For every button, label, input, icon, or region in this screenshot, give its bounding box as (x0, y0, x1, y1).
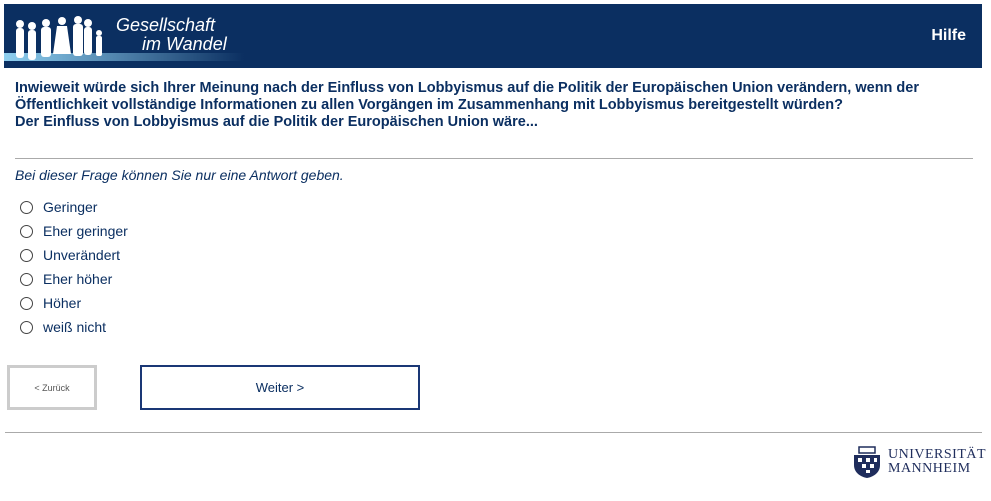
university-crest-icon (854, 446, 880, 478)
option-hoeher[interactable]: Höher (20, 291, 128, 315)
answer-options: Geringer Eher geringer Unverändert Eher … (20, 195, 128, 339)
uni-line-2: MANNHEIM (888, 461, 971, 476)
question-line-1: Inwieweit würde sich Ihrer Meinung nach … (15, 80, 919, 113)
universitaet-mannheim-logo: UNIVERSITÄT MANNHEIM (850, 445, 986, 479)
question-line-2: Der Einfluss von Lobbyismus auf die Poli… (15, 114, 538, 130)
option-label: Eher geringer (43, 223, 128, 239)
radio-button[interactable] (20, 272, 33, 286)
radio-button[interactable] (20, 200, 33, 214)
logo-line-2: im Wandel (142, 34, 227, 54)
divider (15, 158, 973, 159)
radio-button[interactable] (20, 296, 33, 310)
uni-line-1: UNIVERSITÄT (888, 447, 987, 462)
option-label: Unverändert (43, 247, 121, 263)
option-eher-hoeher[interactable]: Eher höher (20, 267, 128, 291)
header-bar: Gesellschaft im Wandel Hilfe (4, 4, 982, 68)
gesellschaft-im-wandel-logo: Gesellschaft im Wandel (4, 4, 244, 68)
option-geringer[interactable]: Geringer (20, 195, 128, 219)
back-button[interactable]: < Zurück (7, 365, 97, 410)
help-link[interactable]: Hilfe (931, 27, 966, 45)
option-label: Höher (43, 295, 82, 311)
radio-button[interactable] (20, 248, 33, 262)
instruction-hint: Bei dieser Frage können Sie nur eine Ant… (15, 167, 344, 183)
radio-button[interactable] (20, 224, 33, 238)
option-unveraendert[interactable]: Unverändert (20, 243, 128, 267)
option-label: Eher höher (43, 271, 113, 287)
footer-divider (5, 432, 982, 433)
question-text: Inwieweit würde sich Ihrer Meinung nach … (15, 80, 975, 131)
option-label: Geringer (43, 199, 98, 215)
option-label: weiß nicht (43, 319, 107, 335)
option-eher-geringer[interactable]: Eher geringer (20, 219, 128, 243)
radio-button[interactable] (20, 320, 33, 334)
logo-line-1: Gesellschaft (116, 15, 216, 35)
next-button[interactable]: Weiter > (140, 365, 420, 410)
option-weiss-nicht[interactable]: weiß nicht (20, 315, 128, 339)
